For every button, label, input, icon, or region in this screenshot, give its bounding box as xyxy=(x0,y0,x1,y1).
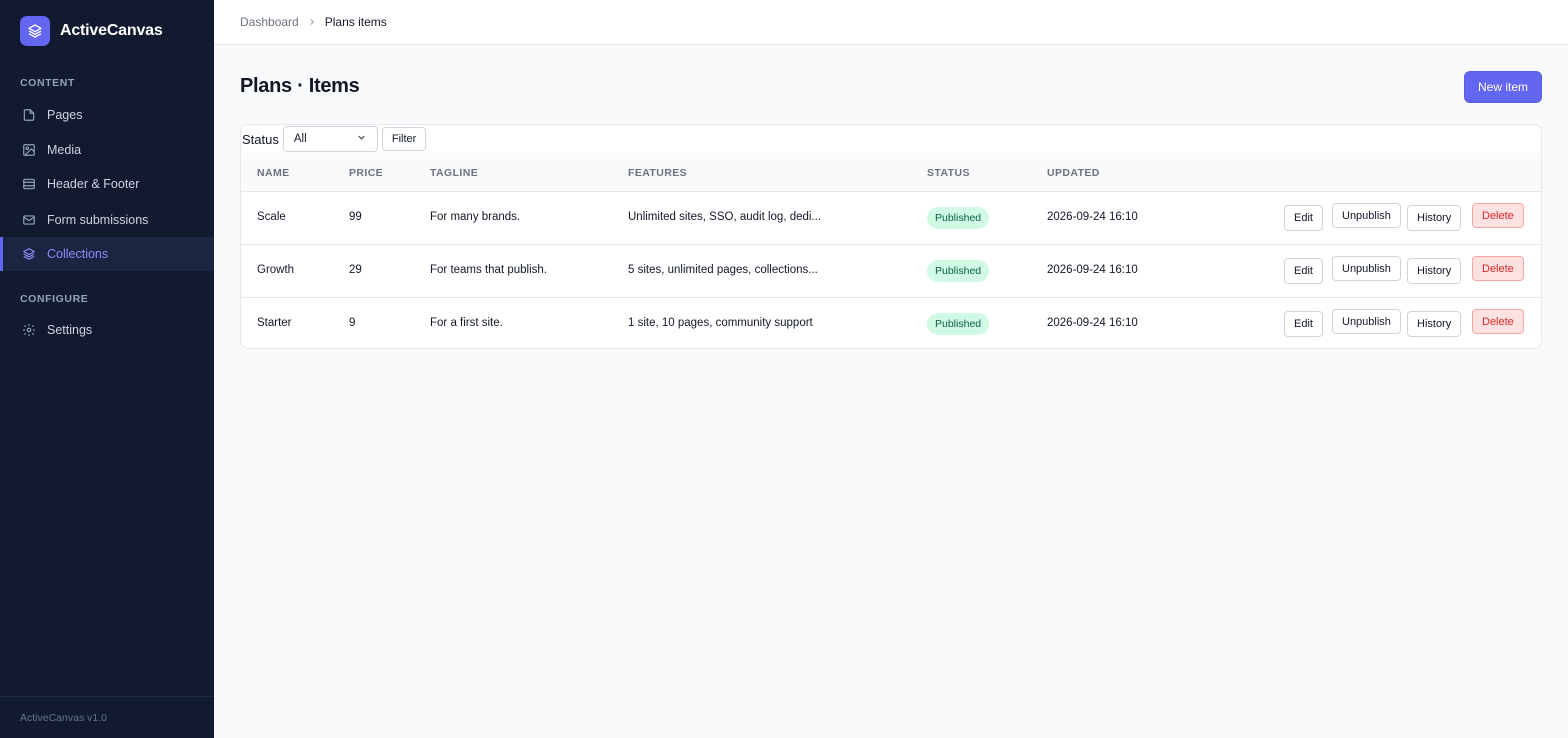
cell-features: 5 sites, unlimited pages, collections... xyxy=(628,264,818,276)
chevron-down-icon xyxy=(356,132,367,146)
sidebar-item-label: Collections xyxy=(47,247,109,261)
sidebar-item-label: Media xyxy=(47,143,82,157)
edit-button[interactable]: Edit xyxy=(1284,258,1323,284)
status-select-value: All xyxy=(293,133,307,145)
unpublish-button[interactable]: Unpublish xyxy=(1332,203,1401,228)
status-badge: Published xyxy=(927,260,990,282)
items-table-card: Status All Filter Name Price Tagline Fea… xyxy=(240,124,1542,349)
cell-updated: 2026-09-24 16:10 xyxy=(1047,211,1138,223)
column-header-name: Name xyxy=(257,167,290,179)
delete-button[interactable]: Delete xyxy=(1472,203,1524,228)
sidebar-item-media[interactable]: Media xyxy=(0,133,214,167)
table-row: Starter 9 For a first site. 1 site, 10 p… xyxy=(241,298,1541,348)
page-title: Plans · Items xyxy=(240,75,360,97)
cell-updated: 2026-09-24 16:10 xyxy=(1047,317,1138,329)
edit-button[interactable]: Edit xyxy=(1284,205,1323,231)
sidebar-item-label: Header & Footer xyxy=(47,177,140,191)
section-configure-title: Configure xyxy=(20,293,89,305)
sidebar-item-label: Pages xyxy=(47,108,83,122)
topbar: Dashboard Plans items xyxy=(214,0,1568,45)
chevron-right-icon xyxy=(307,17,317,27)
table-header: Name Price Tagline Features Status Updat… xyxy=(241,153,1541,192)
layers-icon xyxy=(22,247,36,261)
table-row: Scale 99 For many brands. Unlimited site… xyxy=(241,192,1541,245)
column-header-status: Status xyxy=(927,167,970,179)
delete-button[interactable]: Delete xyxy=(1472,309,1524,334)
cell-price: 9 xyxy=(349,317,356,329)
column-header-price: Price xyxy=(349,167,384,179)
sidebar-item-settings[interactable]: Settings xyxy=(0,313,214,347)
sidebar-item-pages[interactable]: Pages xyxy=(0,98,214,132)
section-content-title: Content xyxy=(20,77,75,89)
filter-bar: Status All Filter xyxy=(241,125,1541,153)
sidebar-item-header-footer[interactable]: Header & Footer xyxy=(0,167,214,201)
mail-icon xyxy=(22,213,36,227)
breadcrumb: Dashboard Plans items xyxy=(240,15,387,29)
sidebar-item-form-submissions[interactable]: Form submissions xyxy=(0,203,214,237)
breadcrumb-dashboard-link[interactable]: Dashboard xyxy=(240,15,299,29)
cell-name: Starter xyxy=(257,317,292,329)
table-row: Growth 29 For teams that publish. 5 site… xyxy=(241,245,1541,298)
column-header-features: Features xyxy=(628,167,688,179)
column-header-updated: Updated xyxy=(1047,167,1100,179)
cell-updated: 2026-09-24 16:10 xyxy=(1047,264,1138,276)
version-label: ActiveCanvas v1.0 xyxy=(0,696,214,738)
delete-button[interactable]: Delete xyxy=(1472,256,1524,281)
cell-price: 99 xyxy=(349,211,362,223)
cell-name: Growth xyxy=(257,264,295,276)
cell-features: 1 site, 10 pages, community support xyxy=(628,317,813,329)
layout-icon xyxy=(22,177,36,191)
cell-tagline: For a first site. xyxy=(430,317,503,329)
sidebar-item-collections[interactable]: Collections xyxy=(0,237,214,271)
sidebar-item-label: Form submissions xyxy=(47,213,149,227)
status-badge: Published xyxy=(927,313,990,335)
cell-tagline: For many brands. xyxy=(430,211,521,223)
cell-tagline: For teams that publish. xyxy=(430,264,547,276)
history-button[interactable]: History xyxy=(1407,205,1462,231)
gear-icon xyxy=(22,323,36,337)
cell-price: 29 xyxy=(349,264,362,276)
cell-name: Scale xyxy=(257,211,286,223)
sidebar-item-label: Settings xyxy=(47,323,93,337)
cell-features: Unlimited sites, SSO, audit log, dedi... xyxy=(628,211,822,223)
history-button[interactable]: History xyxy=(1407,258,1462,284)
brand[interactable]: ActiveCanvas xyxy=(20,16,163,46)
brand-name: ActiveCanvas xyxy=(60,22,163,39)
edit-button[interactable]: Edit xyxy=(1284,311,1323,337)
unpublish-button[interactable]: Unpublish xyxy=(1332,309,1401,334)
status-badge: Published xyxy=(927,207,990,229)
unpublish-button[interactable]: Unpublish xyxy=(1332,256,1401,281)
file-icon xyxy=(22,108,36,122)
history-button[interactable]: History xyxy=(1407,311,1462,337)
column-header-tagline: Tagline xyxy=(430,167,479,179)
breadcrumb-current: Plans items xyxy=(324,15,387,29)
layers-logo-icon xyxy=(20,16,50,46)
status-select[interactable]: All xyxy=(282,126,378,152)
sidebar: ActiveCanvas Content Pages Media Header … xyxy=(0,0,214,738)
image-icon xyxy=(22,143,36,157)
new-item-button[interactable]: New item xyxy=(1464,71,1542,103)
status-filter-label: Status xyxy=(242,131,279,147)
filter-button[interactable]: Filter xyxy=(381,127,427,151)
